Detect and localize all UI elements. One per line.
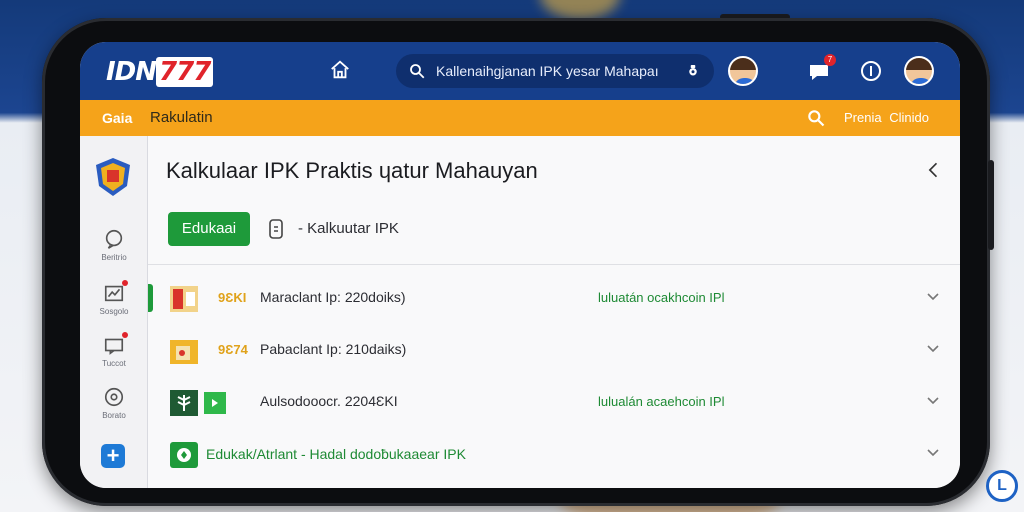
document-icon bbox=[269, 219, 283, 239]
rail-alert-dot bbox=[122, 332, 128, 338]
book-thumbnail-icon bbox=[170, 286, 198, 312]
camera-search-icon[interactable] bbox=[684, 62, 702, 80]
row-link[interactable]: luluatán ocakhcoin IPl bbox=[598, 290, 724, 305]
add-icon[interactable]: + bbox=[101, 444, 125, 468]
active-indicator bbox=[148, 284, 153, 312]
message-icon bbox=[103, 332, 128, 356]
row-link[interactable]: lulualán acaehcoin IPl bbox=[598, 394, 724, 409]
list-item[interactable]: 9ƐKI Maraclant Ip: 220doiks) luluatán oc… bbox=[148, 270, 960, 322]
info-icon[interactable] bbox=[858, 58, 884, 84]
rail-item-label: Tuccot bbox=[102, 359, 126, 368]
chevron-down-icon[interactable] bbox=[926, 446, 940, 460]
divider bbox=[148, 264, 960, 265]
logo-text-main: IDN bbox=[106, 57, 157, 87]
chevron-down-icon[interactable] bbox=[926, 342, 940, 356]
home-icon[interactable] bbox=[328, 58, 352, 82]
leaf-thumbnail-icon bbox=[170, 390, 198, 416]
main-content: Kalkulaar IPK Praktis ɥatur Mahauyan Edu… bbox=[148, 136, 960, 488]
user-avatar[interactable] bbox=[728, 56, 758, 86]
app-screen: IDN777 7 Gaia Rakulatin Prenia Clinido bbox=[80, 42, 960, 488]
search-input[interactable] bbox=[436, 63, 676, 79]
rail-alert-dot bbox=[122, 280, 128, 286]
row-code: 9Ɛ74 bbox=[218, 342, 248, 357]
chart-icon bbox=[103, 280, 128, 304]
row-title: Maraclant Ip: 220doiks) bbox=[260, 289, 406, 305]
profile-avatar[interactable] bbox=[904, 56, 934, 86]
rail-item-settings[interactable]: Borato bbox=[90, 386, 138, 420]
search-bar[interactable] bbox=[396, 54, 714, 88]
play-thumbnail-icon bbox=[204, 392, 226, 414]
nav-calculator-link[interactable]: Rakulatin bbox=[150, 109, 213, 126]
rail-item-messages[interactable]: Tuccot bbox=[90, 332, 138, 368]
settings-icon bbox=[103, 386, 125, 408]
corner-brand-badge[interactable]: L bbox=[986, 470, 1018, 502]
row-code: 9ƐKI bbox=[218, 290, 247, 305]
education-category-button[interactable]: Edukaai bbox=[168, 212, 250, 246]
page-title: Kalkulaar IPK Praktis ɥatur Mahauyan bbox=[166, 158, 538, 183]
logo-text-accent: 777 bbox=[156, 57, 214, 87]
background-blob-top bbox=[540, 0, 620, 20]
secondary-nav-bar: Gaia Rakulatin Prenia Clinido bbox=[80, 100, 960, 136]
chevron-left-icon[interactable] bbox=[924, 160, 944, 180]
breadcrumb: - Kalkuutar IPK bbox=[298, 220, 399, 237]
education-thumbnail-icon bbox=[170, 442, 198, 468]
search-icon bbox=[410, 64, 425, 79]
row-title: Aulsodooocr. 2204ƐKI bbox=[260, 393, 398, 409]
rail-item-social[interactable]: Sosgolo bbox=[90, 280, 138, 316]
nav-extra-links[interactable]: Prenia Clinido bbox=[844, 110, 929, 125]
phone-side-button bbox=[988, 160, 994, 250]
row-title: Pabaclant Ip: 210daiks) bbox=[260, 341, 407, 357]
chat-icon bbox=[103, 228, 125, 250]
shield-logo-icon[interactable] bbox=[92, 156, 134, 198]
rail-item-label: Borato bbox=[102, 411, 126, 420]
rail-item-label: Sosgolo bbox=[99, 307, 129, 316]
top-app-bar: IDN777 7 bbox=[80, 42, 960, 100]
app-logo[interactable]: IDN 777 bbox=[106, 56, 226, 88]
notification-badge: 7 bbox=[824, 54, 836, 66]
nav-home-link[interactable]: Gaia bbox=[102, 110, 132, 126]
list-item[interactable]: Edukak/Atrlant - Hadal dodoƀukaaear IPK bbox=[148, 426, 960, 478]
folder-thumbnail-icon bbox=[170, 340, 198, 364]
list-item[interactable]: 9Ɛ74 Pabaclant Ip: 210daiks) bbox=[148, 322, 960, 374]
rail-item-label: Beritrio bbox=[101, 253, 127, 262]
chevron-down-icon[interactable] bbox=[926, 394, 940, 408]
left-navigation-rail: Beritrio Sosgolo Tuccot Borato + bbox=[80, 136, 148, 488]
list-item[interactable]: Aulsodooocr. 2204ƐKI lulualán acaehcoin … bbox=[148, 374, 960, 426]
row-title: Edukak/Atrlant - Hadal dodoƀukaaear IPK bbox=[206, 446, 466, 462]
chevron-down-icon[interactable] bbox=[926, 290, 940, 304]
rail-item-news[interactable]: Beritrio bbox=[90, 228, 138, 262]
nav-search-icon[interactable] bbox=[806, 108, 826, 128]
